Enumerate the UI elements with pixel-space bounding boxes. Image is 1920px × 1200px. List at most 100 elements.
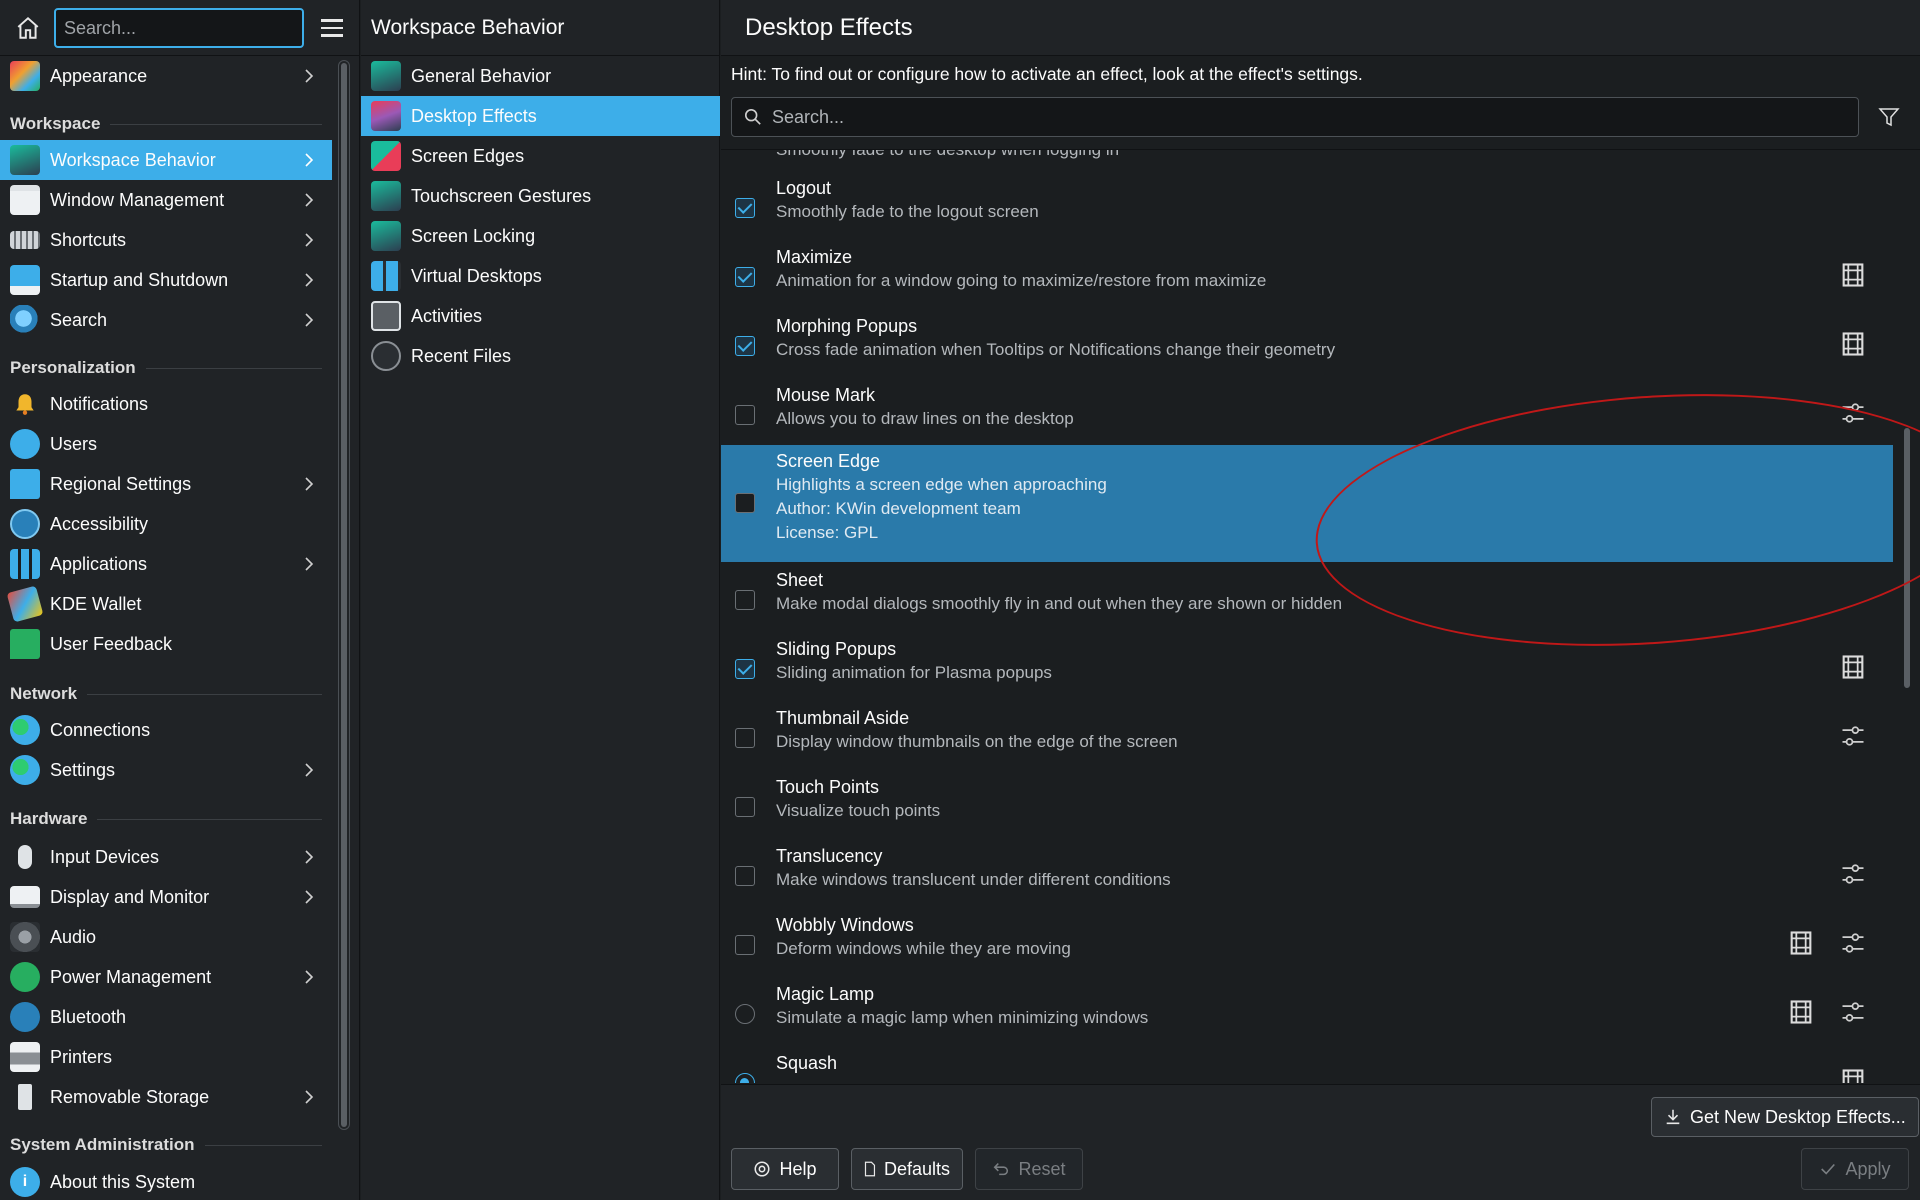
effect-checkbox[interactable]	[735, 935, 755, 955]
video-preview-icon[interactable]	[1787, 929, 1815, 957]
effect-checkbox[interactable]	[735, 659, 755, 679]
effect-row-translucency[interactable]: Translucency Make windows translucent un…	[721, 840, 1893, 909]
configure-icon[interactable]	[1839, 860, 1867, 888]
effects-scrollbar[interactable]	[1900, 150, 1914, 1083]
effect-radio[interactable]	[735, 1004, 755, 1024]
effect-checkbox[interactable]	[735, 198, 755, 218]
effect-checkbox[interactable]	[735, 797, 755, 817]
help-button[interactable]: Help	[731, 1148, 839, 1190]
sidebar-item-label: Window Management	[50, 189, 225, 210]
effect-description: Make modal dialogs smoothly fly in and o…	[776, 594, 1343, 613]
video-preview-icon[interactable]	[1787, 998, 1815, 1026]
sidebar-item-label: Input Devices	[50, 846, 160, 867]
subcategory-touchscreen-gestures[interactable]: Touchscreen Gestures	[361, 176, 720, 216]
video-preview-icon[interactable]	[1839, 261, 1867, 289]
sidebar-item-appearance[interactable]: Appearance	[0, 56, 332, 96]
configure-icon[interactable]	[1839, 998, 1867, 1026]
sidebar-item-user-feedback[interactable]: User Feedback	[0, 624, 332, 664]
configure-icon[interactable]	[1839, 722, 1867, 750]
sidebar: Appearance Workspace Workspace Behavior …	[0, 0, 360, 1200]
effect-row-sliding-popups[interactable]: Sliding Popups Sliding animation for Pla…	[721, 633, 1893, 702]
sidebar-item-label: Search	[50, 309, 108, 330]
sidebar-search-input[interactable]	[54, 8, 304, 48]
effect-radio[interactable]	[735, 1073, 755, 1083]
effect-row-screen-edge[interactable]: Screen Edge Highlights a screen edge whe…	[721, 445, 1893, 562]
sidebar-item-removable-storage[interactable]: Removable Storage	[0, 1077, 332, 1117]
subcategory-screen-edges[interactable]: Screen Edges	[361, 136, 720, 176]
sidebar-item-search[interactable]: Search	[0, 300, 332, 340]
chevron-right-icon	[305, 890, 314, 904]
partial-effect-description: Smoothly fade to the desktop when loggin…	[776, 150, 1119, 160]
effect-checkbox[interactable]	[735, 590, 755, 610]
sidebar-item-users[interactable]: Users	[0, 424, 332, 464]
sidebar-item-regional-settings[interactable]: Regional Settings	[0, 464, 332, 504]
sidebar-item-display-monitor[interactable]: Display and Monitor	[0, 877, 332, 917]
effect-checkbox[interactable]	[735, 728, 755, 748]
effect-description: Sliding animation for Plasma popups	[776, 663, 1052, 682]
effect-row-maximize[interactable]: Maximize Animation for a window going to…	[721, 241, 1893, 310]
sidebar-item-startup-shutdown[interactable]: Startup and Shutdown	[0, 260, 332, 300]
sidebar-item-kde-wallet[interactable]: KDE Wallet	[0, 584, 332, 624]
effect-row-magic-lamp[interactable]: Magic Lamp Simulate a magic lamp when mi…	[721, 978, 1893, 1047]
hamburger-menu-button[interactable]	[316, 12, 348, 44]
filter-button[interactable]	[1873, 101, 1905, 133]
sidebar-item-label: Display and Monitor	[50, 886, 210, 907]
effect-row-mouse-mark[interactable]: Mouse Mark Allows you to draw lines on t…	[721, 379, 1893, 448]
effect-checkbox[interactable]	[735, 405, 755, 425]
effects-search-input[interactable]	[772, 106, 1772, 128]
subcategory-desktop-effects[interactable]: Desktop Effects	[361, 96, 720, 136]
subcategory-virtual-desktops[interactable]: Virtual Desktops	[361, 256, 720, 296]
video-preview-icon[interactable]	[1839, 653, 1867, 681]
effect-row-sheet[interactable]: Sheet Make modal dialogs smoothly fly in…	[721, 564, 1893, 633]
reset-button[interactable]: Reset	[975, 1148, 1083, 1190]
video-preview-icon[interactable]	[1839, 1067, 1867, 1083]
sidebar-item-power-management[interactable]: Power Management	[0, 957, 332, 997]
effect-row-wobbly-windows[interactable]: Wobbly Windows Deform windows while they…	[721, 909, 1893, 978]
section-title: Workspace	[10, 114, 101, 133]
sidebar-item-notifications[interactable]: Notifications	[0, 384, 332, 424]
effect-checkbox[interactable]	[735, 866, 755, 886]
home-button[interactable]	[10, 10, 46, 46]
effect-name: Thumbnail Aside	[776, 708, 910, 728]
configure-icon[interactable]	[1839, 929, 1867, 957]
effect-row-morphing-popups[interactable]: Morphing Popups Cross fade animation whe…	[721, 310, 1893, 379]
video-preview-icon[interactable]	[1839, 330, 1867, 358]
sidebar-item-about-system[interactable]: i About this System	[0, 1162, 332, 1200]
effect-checkbox[interactable]	[735, 493, 755, 513]
effect-row-thumbnail-aside[interactable]: Thumbnail Aside Display window thumbnail…	[721, 702, 1893, 771]
effect-row-logout[interactable]: Logout Smoothly fade to the logout scree…	[721, 172, 1893, 241]
activities-icon	[371, 301, 401, 331]
subcategory-activities[interactable]: Activities	[361, 296, 720, 336]
effect-row-touch-points[interactable]: Touch Points Visualize touch points	[721, 771, 1893, 840]
effect-row-squash[interactable]: Squash	[721, 1047, 1893, 1083]
subcategory-screen-locking[interactable]: Screen Locking	[361, 216, 720, 256]
sidebar-item-window-management[interactable]: Window Management	[0, 180, 332, 220]
effect-name: Logout	[776, 178, 832, 198]
subcategory-general-behavior[interactable]: General Behavior	[361, 56, 720, 96]
effects-search-field[interactable]	[731, 97, 1859, 137]
apply-button[interactable]: Apply	[1801, 1148, 1909, 1190]
sidebar-item-audio[interactable]: Audio	[0, 917, 332, 957]
hint-text: Hint: To find out or configure how to ac…	[731, 64, 1363, 84]
configure-icon[interactable]	[1839, 399, 1867, 427]
effect-checkbox[interactable]	[735, 267, 755, 287]
sidebar-item-workspace-behavior[interactable]: Workspace Behavior	[0, 140, 332, 180]
chevron-right-icon	[305, 273, 314, 287]
sidebar-item-printers[interactable]: Printers	[0, 1037, 332, 1077]
desktop-effects-panel: Desktop Effects Hint: To find out or con…	[721, 0, 1920, 1200]
effect-checkbox[interactable]	[735, 336, 755, 356]
subcategory-recent-files[interactable]: Recent Files	[361, 336, 720, 376]
sidebar-item-network-settings[interactable]: Settings	[0, 750, 332, 790]
help-icon	[754, 1161, 770, 1177]
sidebar-item-input-devices[interactable]: Input Devices	[0, 837, 332, 877]
effect-name: Translucency	[776, 846, 883, 866]
get-new-effects-button[interactable]: Get New Desktop Effects...	[1651, 1097, 1919, 1137]
sidebar-item-connections[interactable]: Connections	[0, 710, 332, 750]
defaults-button[interactable]: Defaults	[851, 1148, 963, 1190]
sidebar-item-accessibility[interactable]: Accessibility	[0, 504, 332, 544]
sidebar-item-bluetooth[interactable]: Bluetooth	[0, 997, 332, 1037]
sidebar-scrollbar[interactable]	[338, 60, 350, 1130]
sidebar-item-applications[interactable]: Applications	[0, 544, 332, 584]
sidebar-item-shortcuts[interactable]: Shortcuts	[0, 220, 332, 260]
effect-name: Sliding Popups	[776, 639, 897, 659]
